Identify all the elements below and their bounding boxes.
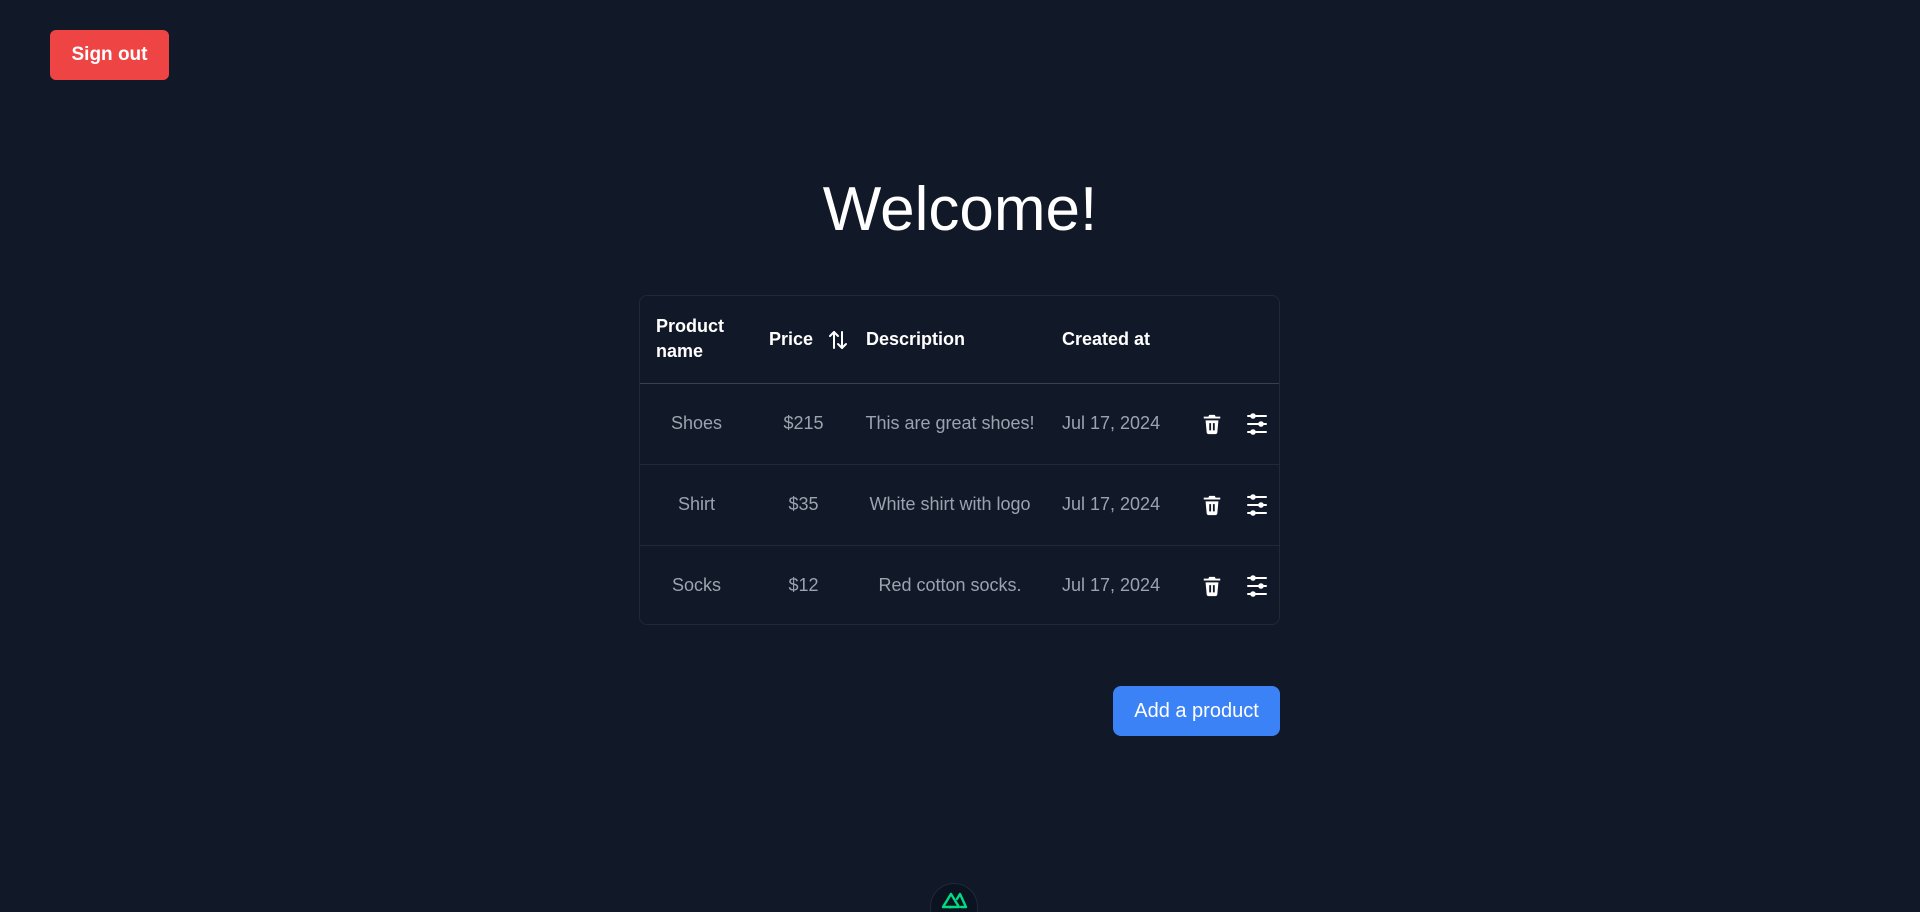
delete-product-button[interactable]: [1198, 572, 1226, 600]
product-name-cell: Socks: [671, 575, 722, 596]
sliders-icon: [1247, 574, 1268, 597]
product-description-cell: Red cotton socks.: [878, 575, 1022, 596]
products-table-card: Product name Price Description Created a…: [639, 295, 1280, 625]
product-price-cell: $35: [788, 494, 819, 514]
column-header-created-at: Created at: [1062, 328, 1151, 349]
trash-icon: [1203, 495, 1221, 515]
nuxt-logo-icon: [941, 892, 968, 909]
table-row: Shoes $215 This are great shoes! Jul 17,…: [640, 383, 1279, 464]
product-price-cell: $12: [788, 575, 819, 596]
trash-icon: [1203, 414, 1221, 434]
product-name-cell: Shirt: [677, 494, 715, 514]
nuxt-devtools-badge[interactable]: [930, 883, 978, 912]
delete-product-button[interactable]: [1198, 491, 1226, 519]
column-header-product-name: Product name: [656, 316, 725, 362]
product-price-cell: $215: [783, 413, 824, 433]
product-actions-cell: [1180, 545, 1279, 624]
table-header-row: Product name Price Description Created a…: [640, 296, 1279, 383]
product-created-cell: Jul 17, 2024: [1062, 494, 1161, 514]
add-product-button[interactable]: Add a product: [1113, 686, 1280, 736]
product-description-cell: White shirt with logo: [869, 494, 1031, 514]
trash-icon: [1203, 576, 1221, 596]
product-actions-cell: [1180, 464, 1279, 545]
product-actions-cell: [1180, 383, 1279, 464]
product-created-cell: Jul 17, 2024: [1062, 575, 1161, 596]
edit-product-button[interactable]: [1243, 572, 1271, 600]
sliders-icon: [1247, 493, 1268, 516]
product-name-cell: Shoes: [670, 413, 723, 433]
table-row: Socks $12 Red cotton socks. Jul 17, 2024: [640, 545, 1279, 624]
table-row: Shirt $35 White shirt with logo Jul 17, …: [640, 464, 1279, 545]
column-header-description: Description: [866, 328, 966, 349]
column-header-price-label: Price: [769, 328, 814, 349]
column-header-price[interactable]: Price: [753, 296, 854, 383]
product-created-cell: Jul 17, 2024: [1062, 413, 1161, 433]
sliders-icon: [1247, 412, 1268, 435]
sign-out-button[interactable]: Sign out: [50, 30, 169, 80]
product-description-cell: This are great shoes!: [865, 413, 1035, 433]
edit-product-button[interactable]: [1243, 410, 1271, 438]
page: Sign out Welcome! Product name Price Des…: [0, 0, 1920, 912]
edit-product-button[interactable]: [1243, 491, 1271, 519]
page-title: Welcome!: [822, 175, 1098, 244]
column-header-actions: [1180, 296, 1279, 383]
sort-arrows-icon[interactable]: [826, 328, 850, 352]
delete-product-button[interactable]: [1198, 410, 1226, 438]
products-table: Product name Price Description Created a…: [640, 296, 1279, 624]
